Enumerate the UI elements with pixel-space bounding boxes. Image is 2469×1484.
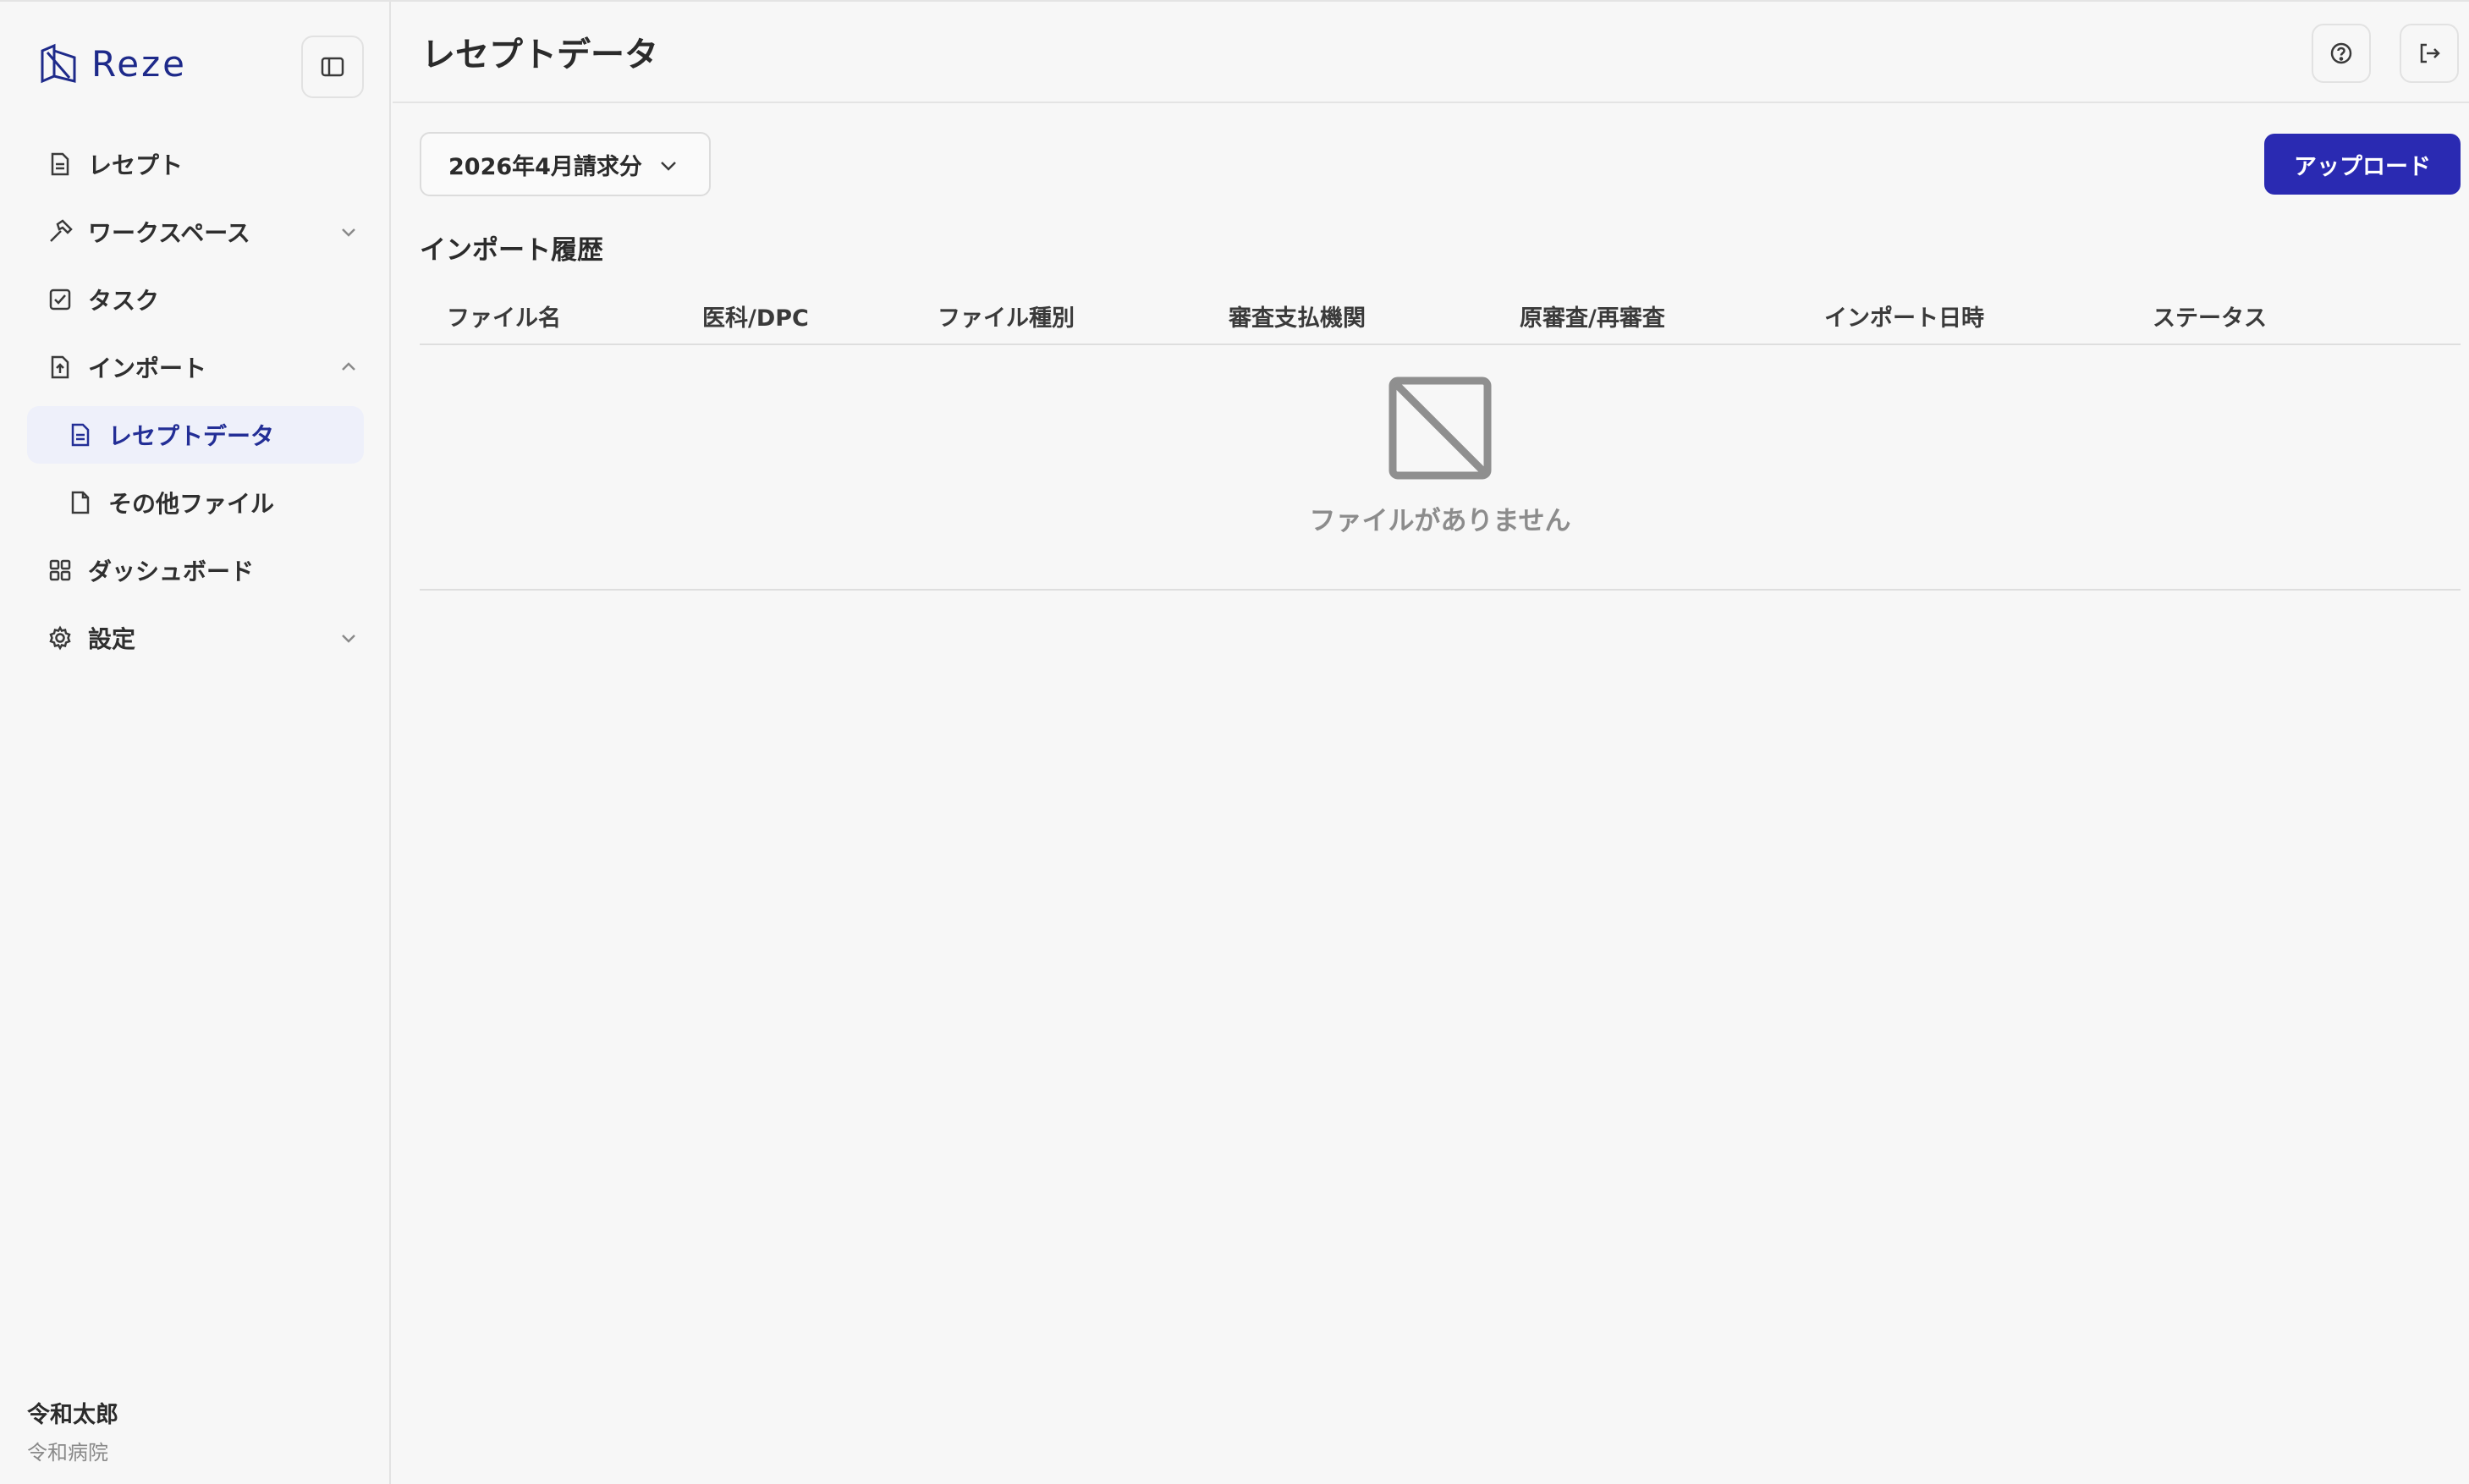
hammer-icon <box>47 219 73 245</box>
help-button[interactable] <box>2312 24 2371 83</box>
user-info[interactable]: 令和太郎 令和病院 <box>27 1396 118 1465</box>
sidebar-item-label: タスク <box>88 287 160 315</box>
chevron-down-icon <box>342 635 355 643</box>
sidebar-item-label: レセプト <box>88 151 184 179</box>
sidebar-item-dashboard[interactable]: ダッシュボード <box>27 541 364 599</box>
file-icon <box>68 490 93 515</box>
upload-button[interactable]: アップロード <box>2264 134 2461 195</box>
import-history-title: インポート履歴 <box>420 235 603 266</box>
column-header-file-type[interactable]: ファイル種別 <box>938 300 1075 333</box>
column-header-review-type[interactable]: 原審査/再審査 <box>1520 300 1665 333</box>
document-icon <box>68 422 93 448</box>
billing-period-select[interactable]: 2026年4月請求分 <box>420 132 711 196</box>
gear-icon <box>47 625 73 651</box>
column-header-filename[interactable]: ファイル名 <box>447 300 561 333</box>
column-header-payer[interactable]: 審査支払機関 <box>1229 300 1366 333</box>
logo-text: Reze <box>91 42 188 85</box>
empty-state-text: ファイルがありません <box>1309 506 1571 536</box>
column-header-import-datetime[interactable]: インポート日時 <box>1824 300 1984 333</box>
sidebar-collapse-button[interactable] <box>301 36 364 98</box>
no-image-icon <box>1388 376 1492 480</box>
user-name: 令和太郎 <box>27 1402 118 1428</box>
sidebar-item-label: インポート <box>88 355 207 382</box>
logout-button[interactable] <box>2400 24 2459 83</box>
sidebar-item-label: その他ファイル <box>108 490 275 518</box>
grid-icon <box>47 558 73 583</box>
chevron-down-icon <box>661 162 676 171</box>
sidebar-item-label: 設定 <box>88 625 136 653</box>
column-header-category[interactable]: 医科/DPC <box>702 300 809 333</box>
billing-period-value: 2026年4月請求分 <box>448 153 642 180</box>
sidebar-toggle-icon <box>321 57 344 77</box>
table-header: ファイル名 医科/DPC ファイル種別 審査支払機関 原審査/再審査 インポート… <box>420 286 2461 345</box>
sidebar-item-receipt[interactable]: レセプト <box>27 135 364 193</box>
sidebar-item-label: ダッシュボード <box>88 558 255 585</box>
sidebar: Reze レセプト ワークスペース タスク インポート レセプトデータ その他フ… <box>0 2 391 1484</box>
file-upload-icon <box>47 355 73 380</box>
import-history-table: ファイル名 医科/DPC ファイル種別 審査支払機関 原審査/再審査 インポート… <box>420 286 2461 591</box>
document-icon <box>47 151 73 177</box>
column-header-status[interactable]: ステータス <box>2153 300 2267 333</box>
sidebar-item-other-files[interactable]: その他ファイル <box>27 474 364 531</box>
app-root: Reze レセプト ワークスペース タスク インポート レセプトデータ その他フ… <box>0 0 2469 1484</box>
page-header: レセプトデータ <box>393 2 2469 103</box>
help-circle-icon <box>2330 42 2352 64</box>
sidebar-item-import[interactable]: インポート <box>27 338 364 396</box>
chevron-down-icon <box>342 228 355 237</box>
chevron-up-icon <box>342 362 355 371</box>
reze-logo-icon <box>41 43 76 84</box>
empty-state: ファイルがありません <box>420 345 2461 591</box>
logo[interactable]: Reze <box>37 42 187 85</box>
sidebar-item-receipt-data[interactable]: レセプトデータ <box>27 406 364 464</box>
sidebar-item-label: ワークスペース <box>88 219 250 247</box>
sidebar-item-label: レセプトデータ <box>108 422 275 450</box>
sidebar-item-tasks[interactable]: タスク <box>27 271 364 328</box>
page-title: レセプトデータ <box>421 36 658 74</box>
user-organization: 令和病院 <box>27 1441 108 1465</box>
sidebar-nav: レセプト ワークスペース タスク インポート レセプトデータ その他ファイル ダ… <box>27 135 364 677</box>
sidebar-item-settings[interactable]: 設定 <box>27 609 364 667</box>
checkbox-icon <box>47 287 73 312</box>
logout-icon <box>2420 43 2440 63</box>
sidebar-item-workspace[interactable]: ワークスペース <box>27 203 364 261</box>
